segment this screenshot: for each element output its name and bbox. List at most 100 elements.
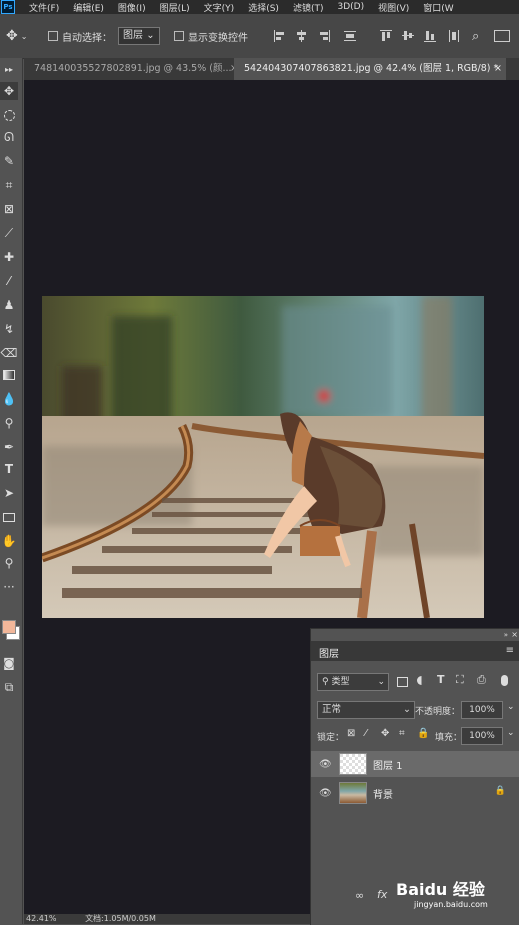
layer-name: 图层 1: [373, 761, 403, 772]
filter-smart-object-icon[interactable]: ⎙: [477, 673, 486, 687]
eyedropper-tool-icon[interactable]: ⟋: [0, 224, 18, 242]
workspace-button[interactable]: [494, 26, 510, 46]
menu-window[interactable]: 窗口(W: [423, 1, 453, 14]
align-middle-icon[interactable]: [402, 30, 414, 42]
pen-tool-icon[interactable]: ✒: [0, 438, 18, 456]
chevron-down-icon[interactable]: ⌄: [507, 702, 515, 712]
layer-name: 背景: [373, 790, 393, 801]
filter-toggle-icon[interactable]: [501, 675, 508, 686]
menu-bar: Ps 文件(F) 编辑(E) 图像(I) 图层(L) 文字(Y) 选择(S) 滤…: [0, 0, 519, 14]
lock-artboard-icon[interactable]: ⌗: [399, 728, 405, 739]
move-tool-preset[interactable]: ✥ ⌄: [6, 26, 27, 46]
zoom-tool-icon[interactable]: ⚲: [0, 554, 18, 572]
auto-select-value: 图层: [123, 30, 143, 41]
healing-brush-icon[interactable]: ✚: [0, 248, 18, 266]
align-left-icon[interactable]: [274, 30, 286, 42]
collapse-icon[interactable]: ▸▸: [0, 60, 18, 78]
layer-filter-dropdown[interactable]: ⚲ 类型 ⌄: [317, 673, 389, 691]
menu-layer[interactable]: 图层(L): [160, 1, 190, 14]
screen-mode-icon[interactable]: ⧉: [0, 678, 18, 696]
marquee-tool-icon[interactable]: [0, 106, 18, 124]
lock-position-icon[interactable]: ✥: [381, 728, 389, 739]
filter-shape-icon[interactable]: ⛶: [456, 673, 464, 687]
align-center-icon[interactable]: [296, 30, 308, 42]
link-layers-icon[interactable]: ∞: [355, 889, 364, 902]
crop-tool-icon[interactable]: ⌗: [0, 176, 18, 194]
auto-select-dropdown[interactable]: 图层 ⌄: [118, 26, 160, 46]
quick-select-tool-icon[interactable]: ✎: [0, 152, 18, 170]
lasso-tool-icon[interactable]: ᘏ: [0, 128, 18, 146]
gradient-tool-icon[interactable]: [0, 366, 18, 384]
chevron-down-icon[interactable]: ⌄: [507, 728, 515, 738]
hand-tool-icon[interactable]: ✋: [0, 532, 18, 550]
opacity-value: 100%: [469, 705, 495, 715]
fill-value: 100%: [469, 731, 495, 741]
menu-view[interactable]: 视图(V): [378, 1, 409, 14]
checkbox-icon: [174, 31, 184, 41]
rectangle-tool-icon[interactable]: [0, 508, 18, 526]
more-tools-icon[interactable]: ···: [0, 578, 18, 596]
foreground-color-swatch[interactable]: [2, 620, 16, 634]
path-select-icon[interactable]: ➤: [0, 484, 18, 502]
blend-mode-dropdown[interactable]: 正常 ⌄: [317, 701, 415, 719]
chevron-down-icon: ⌄: [403, 704, 411, 715]
menu-3d[interactable]: 3D(D): [337, 2, 364, 12]
dodge-tool-icon[interactable]: ⚲: [0, 414, 18, 432]
align-bottom-icon[interactable]: [424, 30, 436, 42]
auto-select-checkbox[interactable]: 自动选择：: [48, 26, 112, 46]
lock-paint-icon[interactable]: ⁄: [365, 728, 367, 739]
lock-transparent-icon[interactable]: ⊠: [347, 728, 355, 739]
panel-collapse-icon[interactable]: »: [504, 631, 508, 639]
menu-file[interactable]: 文件(F): [29, 1, 59, 14]
chevron-down-icon: ⌄: [146, 30, 155, 41]
search-button[interactable]: ⌕: [472, 26, 479, 46]
menu-select[interactable]: 选择(S): [248, 1, 279, 14]
tab-document-1[interactable]: 748140035527802891.jpg @ 43.5% (颜... ×: [24, 58, 242, 80]
layer-thumbnail: [339, 782, 367, 804]
search-icon: ⌕: [472, 28, 480, 44]
frame-tool-icon[interactable]: ⊠: [0, 200, 18, 218]
auto-select-label: 自动选择：: [62, 32, 112, 44]
opacity-field[interactable]: 100%: [461, 701, 503, 719]
baidu-watermark: Baidu 经验 jingyan.baidu.com: [396, 872, 516, 920]
quick-mask-icon[interactable]: ◙: [0, 654, 18, 672]
eye-icon[interactable]: 👁: [319, 788, 332, 799]
fill-field[interactable]: 100%: [461, 727, 503, 745]
close-icon[interactable]: ×: [494, 58, 502, 80]
layer-row-background[interactable]: 👁 背景 🔒: [311, 780, 519, 806]
lock-all-icon[interactable]: 🔒: [417, 728, 429, 739]
type-tool-icon[interactable]: T: [0, 460, 18, 478]
menu-image[interactable]: 图像(I): [118, 1, 146, 14]
lock-icon: 🔒: [494, 786, 506, 796]
layer-row-layer1[interactable]: 👁 图层 1: [311, 751, 519, 777]
eye-icon[interactable]: 👁: [319, 759, 332, 770]
panel-title[interactable]: 图层: [319, 645, 339, 660]
panel-menu-icon[interactable]: ≡: [506, 645, 514, 656]
status-bar: 42.41% 文档:1.05M/0.05M: [24, 914, 310, 924]
history-brush-icon[interactable]: ↯: [0, 320, 18, 338]
distribute-vertical-icon[interactable]: [448, 30, 460, 42]
fx-icon[interactable]: fx: [377, 888, 387, 901]
menu-edit[interactable]: 编辑(E): [73, 1, 104, 14]
filter-adjustment-icon[interactable]: [417, 676, 426, 685]
tab-label: 542404307407863821.jpg @ 42.4% (图层 1, RG…: [244, 63, 499, 74]
align-top-icon[interactable]: [380, 30, 392, 42]
panel-close-icon[interactable]: ×: [511, 630, 518, 639]
zoom-level[interactable]: 42.41%: [26, 914, 57, 923]
photoshop-logo: Ps: [1, 0, 15, 14]
brush-tool-icon[interactable]: ⁄: [0, 272, 18, 290]
align-right-icon[interactable]: [318, 30, 330, 42]
filter-pixel-icon[interactable]: [397, 677, 408, 687]
workspace-icon: [494, 30, 510, 42]
filter-type-icon[interactable]: T: [437, 673, 445, 686]
show-transform-checkbox[interactable]: 显示变换控件: [174, 26, 248, 46]
document-image[interactable]: [42, 296, 484, 618]
menu-filter[interactable]: 滤镜(T): [293, 1, 324, 14]
menu-type[interactable]: 文字(Y): [204, 1, 235, 14]
tab-document-2[interactable]: 542404307407863821.jpg @ 42.4% (图层 1, RG…: [234, 58, 506, 80]
eraser-tool-icon[interactable]: ⌫: [0, 344, 18, 362]
blur-tool-icon[interactable]: 💧: [0, 390, 18, 408]
move-tool-icon[interactable]: ✥: [0, 82, 18, 100]
distribute-icon[interactable]: [344, 30, 356, 42]
clone-stamp-icon[interactable]: ♟: [0, 296, 18, 314]
